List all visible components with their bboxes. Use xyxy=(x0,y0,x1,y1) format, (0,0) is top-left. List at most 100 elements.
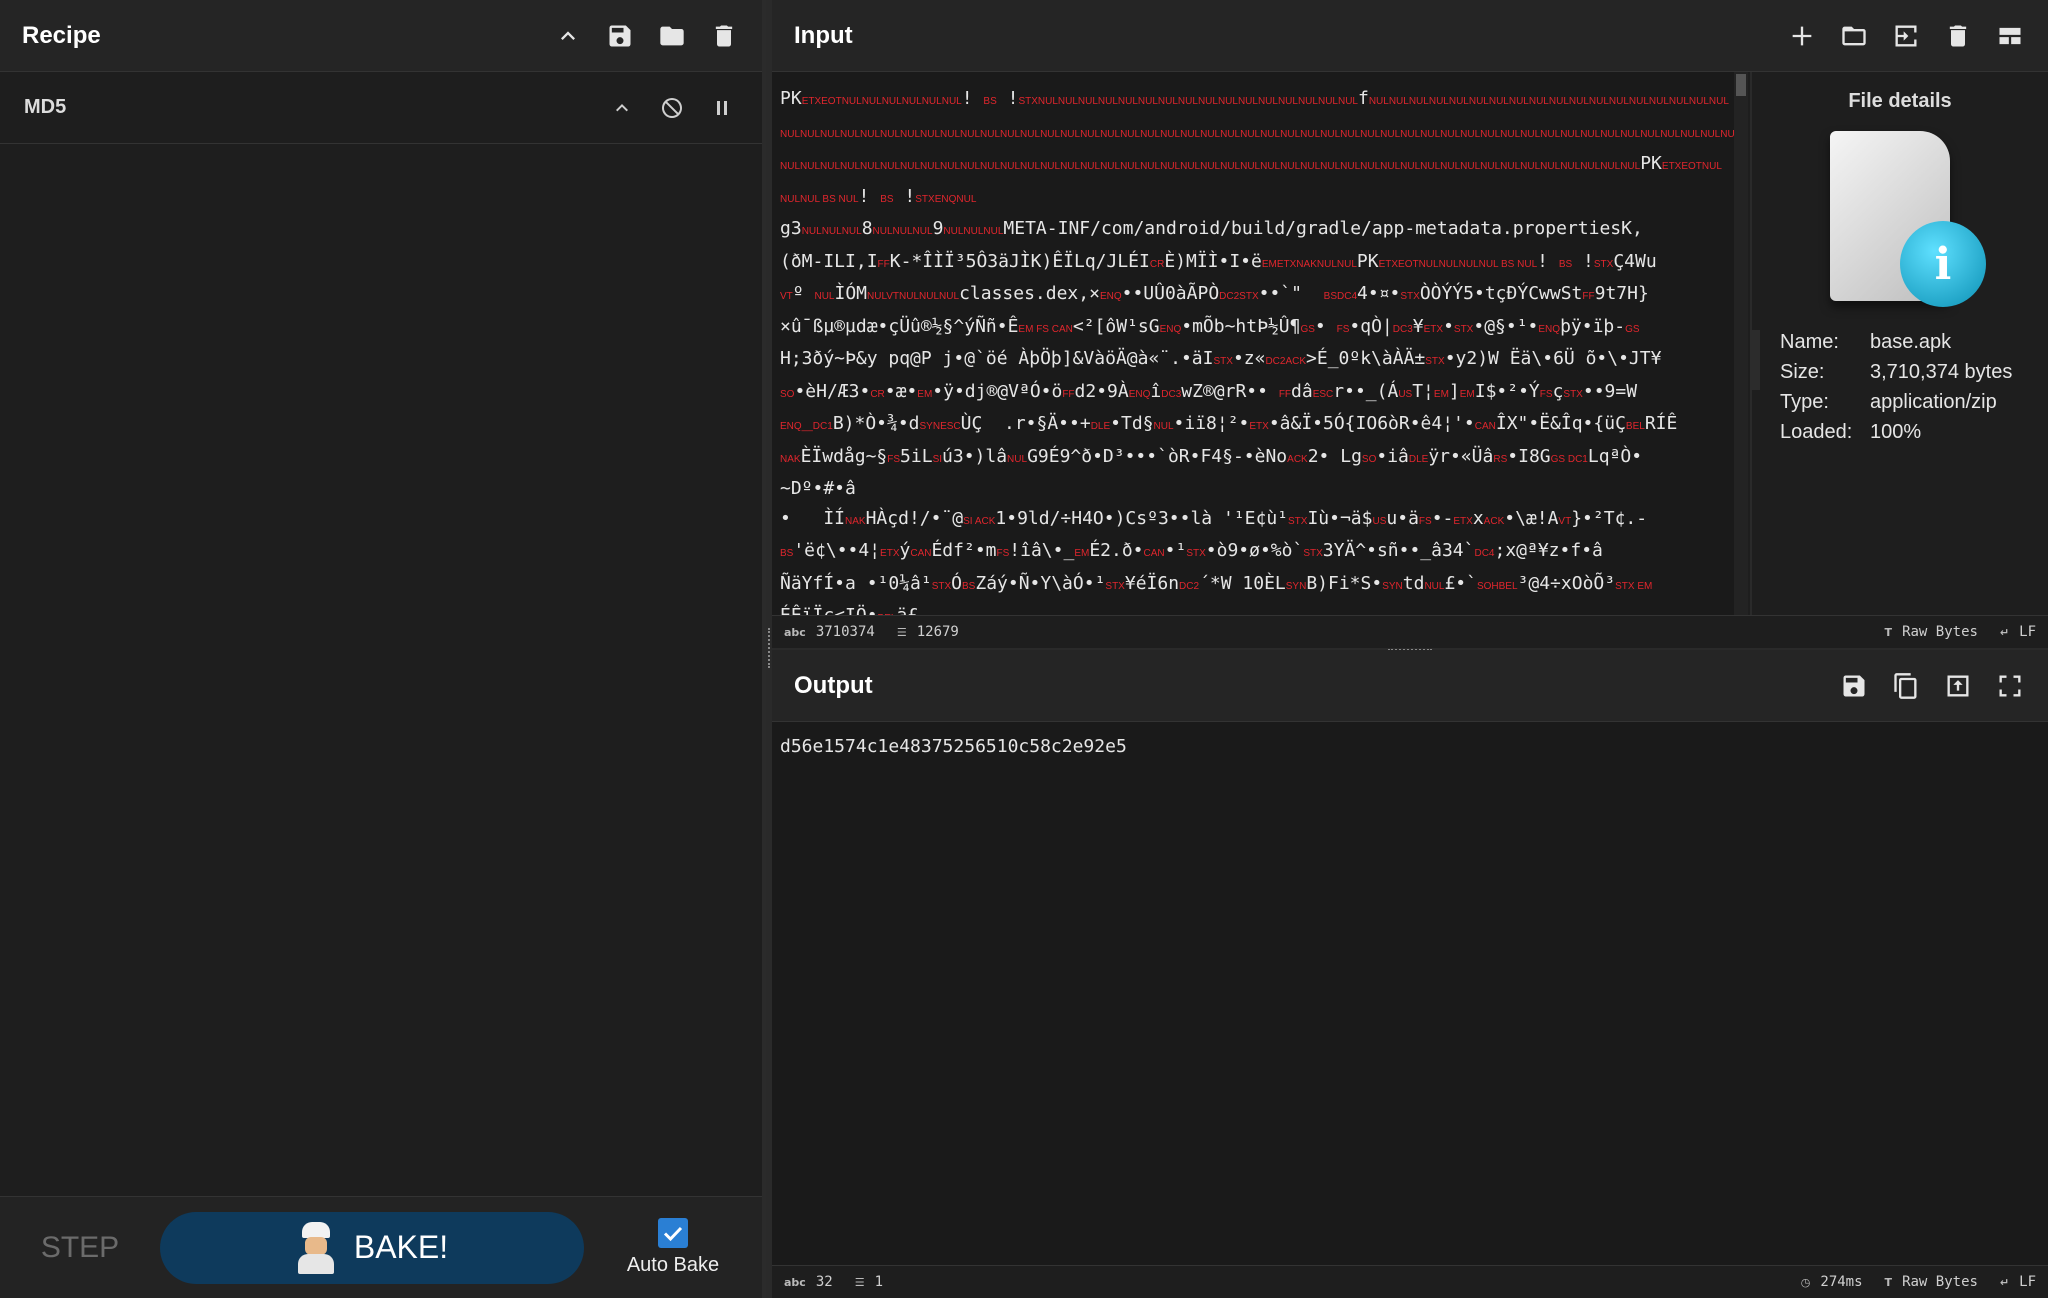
text-segment: ¥éÏ6n xyxy=(1124,572,1180,594)
input-header: Input xyxy=(772,0,2048,72)
control-char: ACK xyxy=(1483,515,1505,527)
clock-icon: ◷ xyxy=(1800,1275,1811,1289)
text-segment: •qÒ| xyxy=(1349,315,1393,337)
text-segment: r••_(Á xyxy=(1333,380,1399,402)
control-char: DC2ACK xyxy=(1265,356,1307,367)
control-char: STX EM xyxy=(1615,580,1653,592)
file-detail-row: Type: application/zip xyxy=(1780,387,2048,417)
input-eol[interactable]: LF xyxy=(2019,624,2036,640)
input-line: ÑäYfÍ•a •¹0¼â¹STXÓBSZáý•Ñ•Y\àÓ•¹STX¥éÏ6n… xyxy=(780,569,1740,602)
trash-icon[interactable] xyxy=(708,20,740,52)
text-segment: ! xyxy=(996,88,1019,109)
input-line: ENQ__DC1B)*Ò•¾•dSYNESCÙÇ .r•§Ä••+DLE•Td§… xyxy=(780,409,1740,442)
file-details-panel: File details i Name: base.apk Size: 3,710,3… xyxy=(1750,72,2048,615)
auto-bake[interactable]: Auto Bake xyxy=(584,1218,762,1277)
control-char: STX xyxy=(1105,580,1125,592)
trash-icon[interactable] xyxy=(1942,20,1974,52)
text-segment: ! xyxy=(858,185,881,207)
text-segment: ÌÓM xyxy=(834,283,867,304)
control-char: STXNULNULNULNULNULNULNULNULNULNULNULNULN… xyxy=(1018,96,1358,107)
plus-icon[interactable] xyxy=(1786,20,1818,52)
text-segment: ´*W 10ÈL xyxy=(1199,572,1286,594)
text-segment: Édf²•m xyxy=(931,540,997,561)
text-segment: 8 xyxy=(861,218,873,239)
control-char: ETXEOTNULNULNULNULNULNUL xyxy=(801,96,962,107)
control-char: NAK xyxy=(845,515,866,527)
text-segment: 9 xyxy=(932,218,944,239)
file-details-toggle[interactable] xyxy=(1750,330,1760,390)
control-char: STX xyxy=(1400,291,1420,302)
control-char: ETX xyxy=(1453,515,1473,527)
text-segment: É2.ð• xyxy=(1089,540,1144,561)
folder-icon[interactable] xyxy=(656,20,688,52)
control-char: ENQ xyxy=(1538,323,1561,335)
output-eol[interactable]: LF xyxy=(2019,1274,2036,1290)
text-segment: •\æ!A xyxy=(1504,507,1559,529)
chevron-up-icon[interactable] xyxy=(606,92,638,124)
control-char: BS xyxy=(983,96,997,107)
text-segment: G9É9^ð•D³•••`òR•F4§-•èNo xyxy=(1027,445,1288,467)
control-char: FS xyxy=(996,548,1010,559)
text-segment: î xyxy=(1150,380,1162,402)
input-line: PKETXEOTNULNULNULNULNULNUL! BS !STXNULNU… xyxy=(780,84,1740,117)
control-char: SO xyxy=(780,388,795,400)
input-scrollbar[interactable] xyxy=(1734,72,1748,615)
save-icon[interactable] xyxy=(604,20,636,52)
control-char: ENQ xyxy=(1159,323,1182,335)
folder-icon[interactable] xyxy=(1838,20,1870,52)
file-detail-row: Size: 3,710,374 bytes xyxy=(1780,357,2048,387)
disable-icon[interactable] xyxy=(656,92,688,124)
step-button[interactable]: STEP xyxy=(0,1231,160,1265)
chevron-up-icon[interactable] xyxy=(552,20,584,52)
text-segment: •iï8¦²• xyxy=(1173,413,1250,434)
bake-controls: STEP BAKE! Auto Bake xyxy=(0,1196,762,1298)
text-segment: º xyxy=(792,283,815,304)
control-char: NULNULNUL xyxy=(943,226,1004,237)
file-info-icon: i xyxy=(1810,125,1990,315)
input-line: ÉÊïÏç<IÖ•BELä£ xyxy=(780,601,1740,615)
text-segment: ú3•)lâ xyxy=(942,445,1008,467)
move-to-input-icon[interactable] xyxy=(1942,670,1974,702)
auto-bake-checkbox[interactable] xyxy=(658,1218,688,1248)
pause-icon[interactable] xyxy=(706,92,738,124)
control-char: STX xyxy=(1288,515,1308,527)
file-details-title: File details xyxy=(1848,90,1952,112)
control-char: ENQ xyxy=(1099,291,1122,302)
control-char: DC3 xyxy=(1161,388,1182,400)
input-textarea[interactable]: PKETXEOTNULNULNULNULNULNUL! BS !STXNULNU… xyxy=(772,72,1748,615)
copy-icon[interactable] xyxy=(1890,670,1922,702)
layout-icon[interactable] xyxy=(1994,20,2026,52)
output-encoding[interactable]: Raw Bytes xyxy=(1902,1274,1978,1290)
control-char: CAN xyxy=(910,548,932,559)
text-segment: 2• Lg xyxy=(1307,445,1362,467)
chef-icon xyxy=(296,1221,336,1274)
operation-md5[interactable]: MD5 xyxy=(0,72,762,144)
output-textarea[interactable]: d56e1574c1e48375256510c58c2e92e5 xyxy=(772,722,2048,1265)
bake-time: 274ms xyxy=(1820,1274,1863,1290)
text-segment: ÙÇ .r•§Ä••+ xyxy=(960,413,1091,434)
output-pane: Output d56e1574c1e48375256510c58c2e92e5 … xyxy=(772,650,2048,1298)
text-segment: ¥ xyxy=(1412,315,1424,337)
input-line: ~Dº•#•â xyxy=(780,474,1740,504)
text-segment: META-INF/com/android/build/gradle/app-me… xyxy=(1003,218,1643,239)
text-segment: ä£ xyxy=(896,605,918,615)
bake-button[interactable]: BAKE! xyxy=(160,1211,584,1284)
text-segment: T¦ xyxy=(1412,380,1434,402)
input-line: NULNULNULNULNULNULNULNULNULNULNULNULNULN… xyxy=(780,149,1740,182)
text-segment: Záý•Ñ•Y\àÓ•¹ xyxy=(975,572,1106,594)
text-segment: wZ®@rR•• xyxy=(1181,380,1279,402)
input-encoding[interactable]: Raw Bytes xyxy=(1902,624,1978,640)
text-segment: 'ë¢\••4¦ xyxy=(793,540,881,561)
control-char: SOHBEL xyxy=(1476,580,1518,592)
control-char: FS xyxy=(1539,388,1553,400)
text-segment: ! xyxy=(893,185,916,207)
control-char: CAN xyxy=(1143,548,1165,559)
input-icon[interactable] xyxy=(1890,20,1922,52)
save-icon[interactable] xyxy=(1838,670,1870,702)
text-segment: ÿr•«Üâ xyxy=(1428,445,1494,467)
text-segment: 4•¤• xyxy=(1357,283,1401,304)
input-status-bar: abc 3710374 ☰ 12679 T Raw Bytes ↵ LF xyxy=(772,615,2048,648)
maximise-icon[interactable] xyxy=(1994,670,2026,702)
control-char: ESC xyxy=(1312,388,1334,400)
text-segment: •èH/Æ3• xyxy=(794,380,871,402)
